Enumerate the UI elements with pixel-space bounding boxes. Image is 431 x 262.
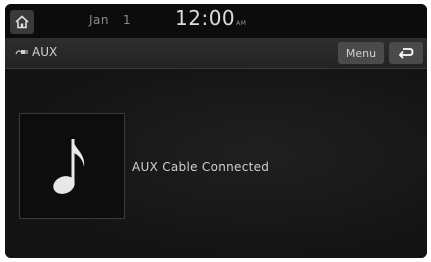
clock-suffix: AM bbox=[236, 20, 247, 27]
aux-plug-icon bbox=[15, 50, 28, 55]
back-arrow-icon bbox=[398, 48, 414, 59]
clock: 12:00AM bbox=[175, 6, 246, 30]
content-area: AUX Cable Connected bbox=[5, 69, 427, 258]
album-art bbox=[19, 113, 125, 219]
clock-time: 12:00 bbox=[175, 6, 236, 30]
home-button[interactable] bbox=[10, 10, 34, 34]
status-bar: Jan 1 12:00AM bbox=[5, 4, 427, 38]
source-title-label: AUX bbox=[32, 45, 58, 59]
connection-status: AUX Cable Connected bbox=[132, 160, 270, 174]
menu-button[interactable]: Menu bbox=[338, 42, 384, 64]
music-note-icon bbox=[53, 139, 85, 194]
date-display: Jan 1 bbox=[89, 13, 131, 27]
home-icon bbox=[15, 15, 29, 29]
date-day: 1 bbox=[123, 13, 132, 27]
head-unit-screen: Jan 1 12:00AM AUX Menu AUX Cable Connect… bbox=[5, 4, 427, 258]
back-button[interactable] bbox=[389, 42, 423, 64]
source-title: AUX bbox=[15, 45, 57, 59]
title-bar: AUX Menu bbox=[5, 38, 427, 69]
date-month: Jan bbox=[89, 13, 109, 27]
